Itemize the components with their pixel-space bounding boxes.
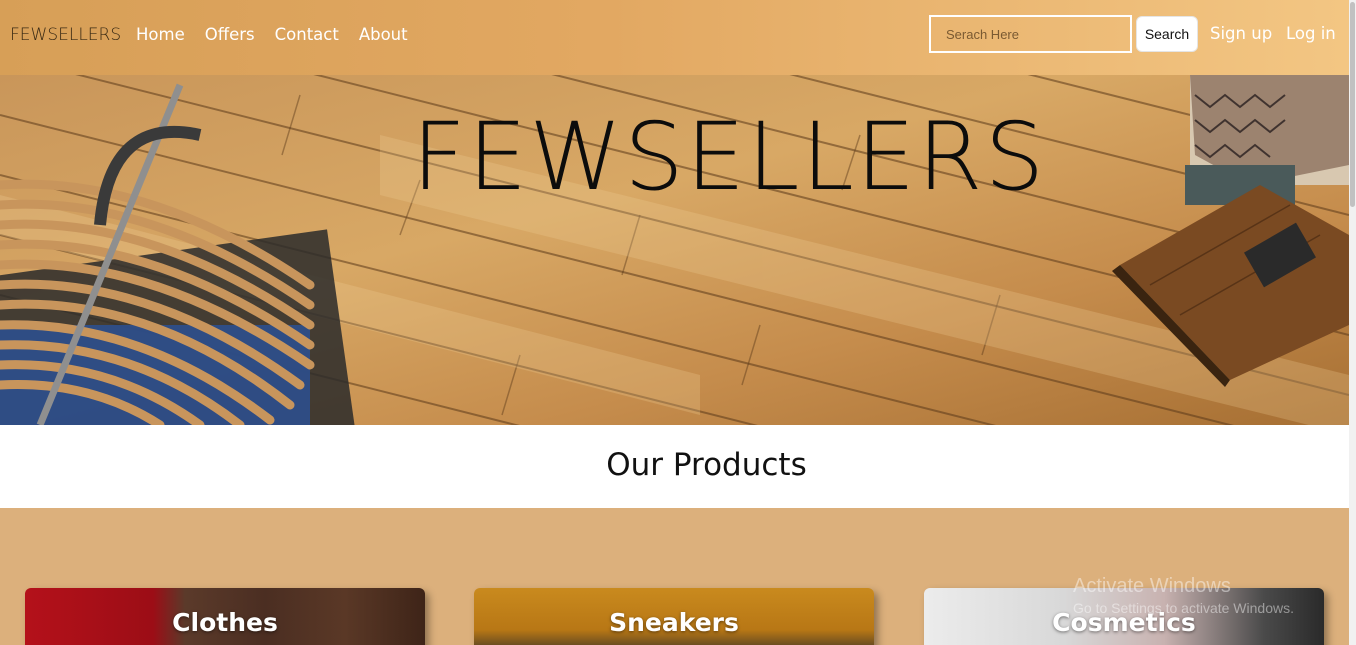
search-input[interactable]	[929, 15, 1132, 53]
products-section: Clothes Sneakers Cosmetics	[0, 508, 1349, 645]
nav-link-about[interactable]: About	[359, 25, 408, 44]
scrollbar-thumb[interactable]	[1350, 2, 1355, 207]
hero-title: FEWSELLERS	[411, 103, 1047, 212]
product-card-label: Cosmetics	[1052, 608, 1196, 637]
signup-link[interactable]: Sign up	[1210, 24, 1272, 43]
page: FEWSELLERS Home Offers Contact About Sea…	[0, 0, 1349, 645]
products-heading-section: Our Products	[0, 425, 1349, 508]
brand-logo[interactable]: FEWSELLERS	[10, 25, 121, 45]
products-heading: Our Products	[606, 447, 807, 483]
hero-banner: FEWSELLERS	[0, 75, 1349, 425]
navbar: FEWSELLERS Home Offers Contact About Sea…	[0, 0, 1349, 75]
nav-link-home[interactable]: Home	[136, 25, 185, 44]
nav-links: Home Offers Contact About	[136, 25, 428, 44]
search-button[interactable]: Search	[1136, 16, 1198, 52]
product-card-sneakers[interactable]: Sneakers	[474, 588, 874, 645]
product-card-label: Clothes	[172, 608, 278, 637]
product-card-cosmetics[interactable]: Cosmetics	[924, 588, 1324, 645]
vertical-scrollbar[interactable]	[1349, 0, 1356, 645]
product-card-clothes[interactable]: Clothes	[25, 588, 425, 645]
login-link[interactable]: Log in	[1286, 24, 1336, 43]
product-card-label: Sneakers	[609, 608, 739, 637]
nav-link-offers[interactable]: Offers	[205, 25, 255, 44]
nav-link-contact[interactable]: Contact	[275, 25, 339, 44]
